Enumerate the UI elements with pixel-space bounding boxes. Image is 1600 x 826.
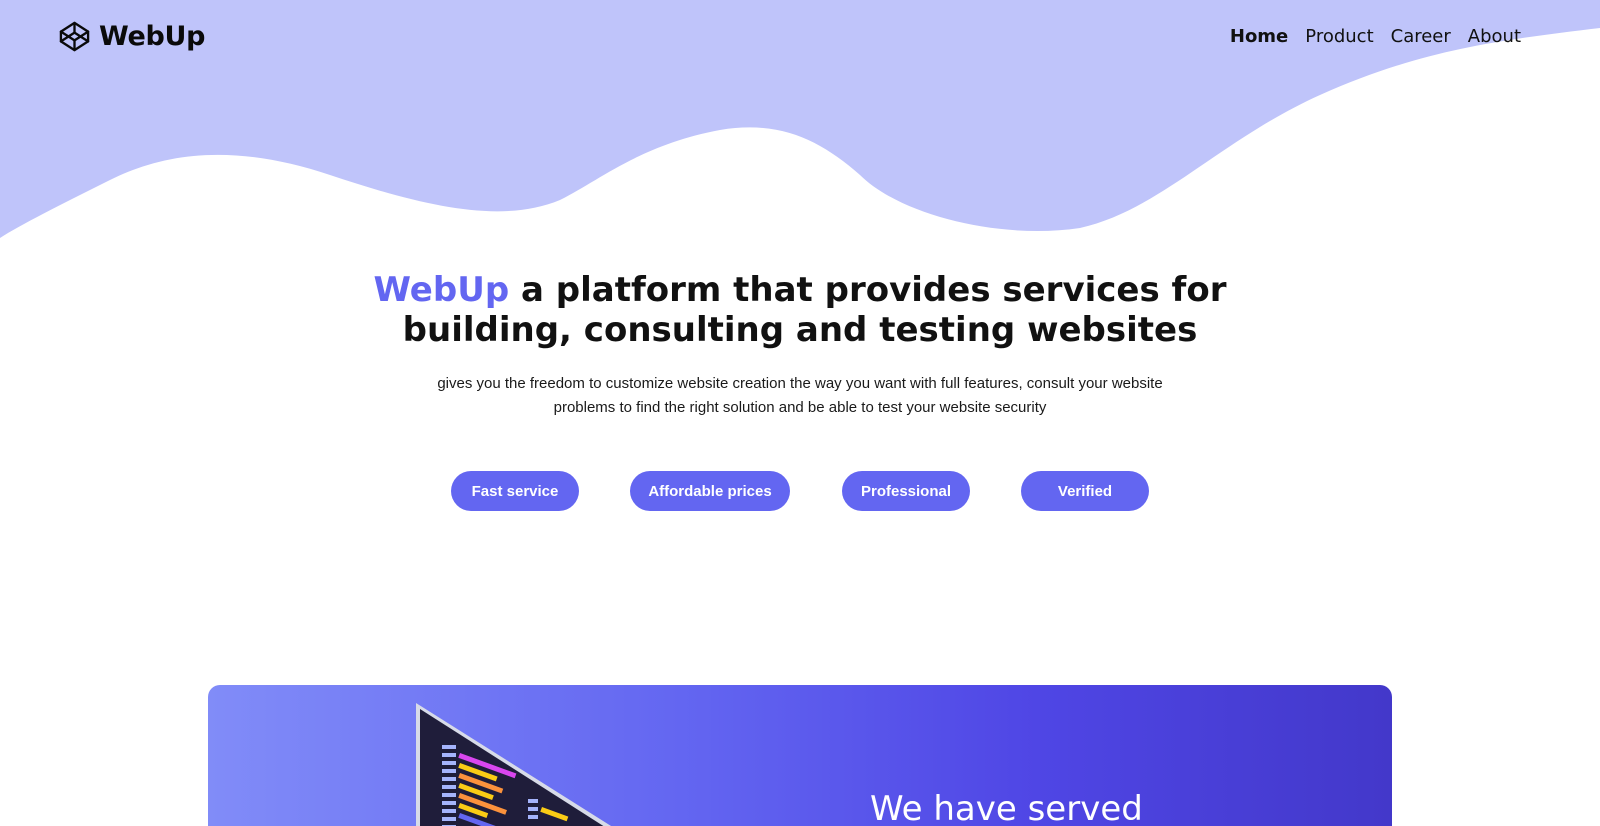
hero-title-line1: a platform that provides services for	[509, 270, 1227, 310]
hero-brand-name: WebUp	[373, 270, 510, 310]
laptop-illustration	[416, 703, 612, 826]
nav-home-link[interactable]: Home	[1230, 26, 1288, 47]
feature-pill-fast-service: Fast service	[451, 471, 579, 511]
codepen-cube-icon	[59, 21, 90, 52]
feature-pill-verified: Verified	[1021, 471, 1149, 511]
nav-product-link[interactable]: Product	[1305, 26, 1373, 47]
feature-pill-affordable-prices: Affordable prices	[630, 471, 790, 511]
hero-subtitle: gives you the freedom to customize websi…	[437, 375, 1163, 416]
logo-text: WebUp	[99, 21, 206, 52]
hero-title-line2: building, consulting and testing website…	[402, 310, 1198, 350]
promo-banner: We have served	[208, 685, 1392, 826]
nav-career-link[interactable]: Career	[1391, 26, 1451, 47]
nav-links: Home Product Career About	[1230, 26, 1521, 47]
top-navbar: WebUp Home Product Career About	[0, 0, 1600, 78]
hero-title: WebUp a platform that provides services …	[0, 270, 1600, 350]
logo-link[interactable]: WebUp	[58, 20, 206, 53]
feature-pill-professional: Professional	[842, 471, 970, 511]
hero-section: WebUp a platform that provides services …	[0, 270, 1600, 420]
promo-heading: We have served	[870, 789, 1143, 826]
nav-about-link[interactable]: About	[1468, 26, 1521, 47]
